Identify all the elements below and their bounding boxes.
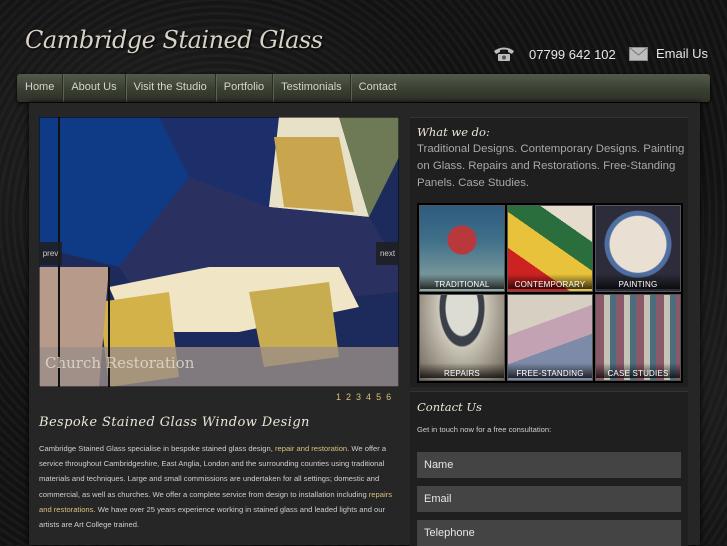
service-tile-label: FREE-STANDING (508, 363, 592, 378)
slide-page-1[interactable]: 1 (336, 392, 341, 402)
stained-glass-image (39, 117, 399, 387)
services-grid: TRADITIONAL CONTEMPORARY PAINTING REPAIR… (417, 203, 683, 383)
name-field[interactable] (417, 452, 681, 478)
nav-item-testimonials[interactable]: Testimonials (273, 74, 351, 102)
telephone-field[interactable] (417, 520, 681, 546)
nav-item-portfolio[interactable]: Portfolio (216, 74, 274, 102)
nav-item-visit-the-studio[interactable]: Visit the Studio (126, 74, 216, 102)
slide-page-6[interactable]: 6 (386, 392, 391, 402)
phone-number: 07799 642 102 (529, 46, 616, 62)
service-tile-label: REPAIRS (420, 363, 504, 378)
what-we-do-text: Traditional Designs. Contemporary Design… (417, 143, 685, 189)
service-tile-repairs[interactable]: REPAIRS (419, 294, 505, 381)
slideshow-pager: 1 2 3 4 5 6 (336, 392, 391, 402)
repair-restoration-link[interactable]: repair and restoration (275, 444, 347, 453)
email-us-label: Email Us (656, 46, 709, 61)
nav-item-home[interactable]: Home (17, 74, 64, 102)
main-navigation: Home About Us Visit the Studio Portfolio… (17, 74, 710, 102)
contact-title: Contact Us (417, 400, 482, 414)
service-tile-label: TRADITIONAL (420, 274, 504, 289)
telephone-icon (493, 46, 515, 62)
email-us-link[interactable]: Email Us (629, 46, 708, 61)
service-tile-traditional[interactable]: TRADITIONAL (419, 205, 505, 292)
what-we-do-title: What we do: (417, 125, 490, 139)
phone-contact: 07799 642 102 (493, 46, 616, 62)
service-tile-free-standing[interactable]: FREE-STANDING (507, 294, 593, 381)
intro-paragraph: Cambridge Stained Glass specialise in be… (39, 441, 401, 532)
page-title: Bespoke Stained Glass Window Design (39, 415, 310, 430)
service-tile-label: CASE STUDIES (596, 363, 680, 378)
service-tile-contemporary[interactable]: CONTEMPORARY (507, 205, 593, 292)
slide-page-5[interactable]: 5 (376, 392, 381, 402)
intro-text-part-1: Cambridge Stained Glass specialise in be… (39, 444, 275, 453)
nav-item-about-us[interactable]: About Us (63, 74, 126, 102)
slide-page-3[interactable]: 3 (356, 392, 361, 402)
envelope-icon (629, 46, 648, 61)
slideshow-image (39, 117, 399, 387)
service-tile-painting[interactable]: PAINTING (595, 205, 681, 292)
slide-page-2[interactable]: 2 (346, 392, 351, 402)
service-tile-label: CONTEMPORARY (508, 274, 592, 289)
service-tile-label: PAINTING (596, 274, 680, 289)
email-field[interactable] (417, 486, 681, 512)
slide-page-4[interactable]: 4 (366, 392, 371, 402)
service-tile-case-studies[interactable]: CASE STUDIES (595, 294, 681, 381)
slideshow-prev-button[interactable]: prev (39, 242, 62, 265)
site-logo[interactable]: Cambridge Stained Glass (25, 26, 323, 54)
contact-intro: Get in touch now for a free consultation… (417, 425, 552, 434)
nav-item-contact[interactable]: Contact (351, 74, 405, 102)
slide-caption: Church Restoration (45, 354, 195, 372)
slideshow-next-button[interactable]: next (376, 242, 399, 265)
